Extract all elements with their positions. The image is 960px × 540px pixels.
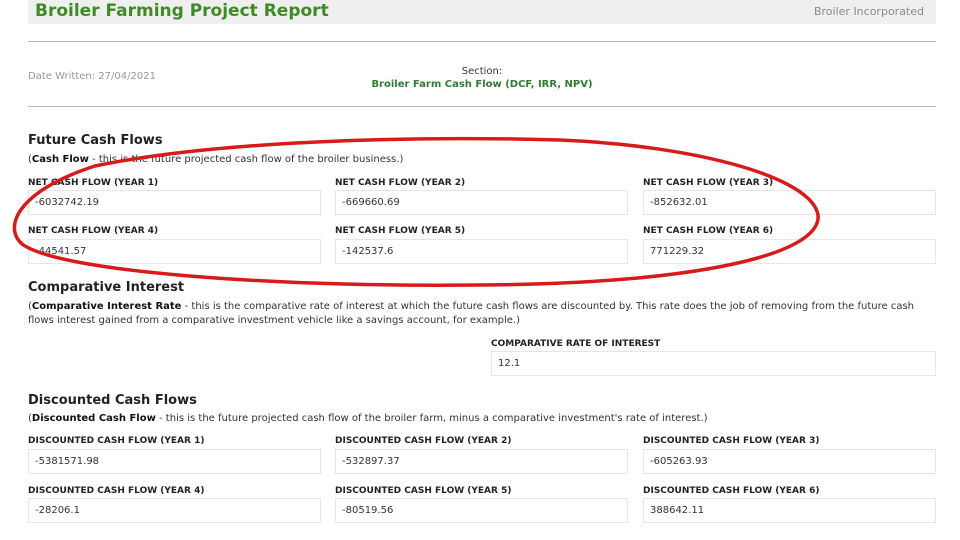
future-cash-flows-heading: Future Cash Flows xyxy=(28,133,163,148)
desc-text: - this is the future projected cash flow… xyxy=(88,154,404,165)
date-written: Date Written: 27/04/2021 xyxy=(28,71,156,82)
net-cash-flow-year-4-label: NET CASH FLOW (YEAR 4) xyxy=(28,226,159,236)
net-cash-flow-year-2-field[interactable]: -669660.69 xyxy=(335,190,628,215)
net-cash-flow-year-3-field[interactable]: -852632.01 xyxy=(643,190,936,215)
discounted-cash-flow-year-6-field[interactable]: 388642.11 xyxy=(643,498,936,523)
net-cash-flow-year-6-field[interactable]: 771229.32 xyxy=(643,239,936,264)
discounted-cash-flow-year-1-field[interactable]: -5381571.98 xyxy=(28,449,321,474)
net-cash-flow-year-1-label: NET CASH FLOW (YEAR 1) xyxy=(28,178,159,188)
discounted-cash-flow-year-5-label: DISCOUNTED CASH FLOW (YEAR 5) xyxy=(335,486,512,496)
discounted-cash-flows-heading: Discounted Cash Flows xyxy=(28,393,197,408)
net-cash-flow-year-5-field[interactable]: -142537.6 xyxy=(335,239,628,264)
comparative-interest-description: (Comparative Interest Rate - this is the… xyxy=(28,301,915,326)
desc-term: Discounted Cash Flow xyxy=(31,413,156,424)
title-bar: Broiler Farming Project Report Broiler I… xyxy=(28,0,936,24)
section-divider xyxy=(28,106,936,107)
net-cash-flow-year-3-label: NET CASH FLOW (YEAR 3) xyxy=(643,178,774,188)
discounted-cash-flows-description: (Discounted Cash Flow - this is the futu… xyxy=(28,413,708,424)
desc-term: Cash Flow xyxy=(31,154,89,165)
desc-text: - this is the future projected cash flow… xyxy=(155,413,708,424)
net-cash-flow-year-6-label: NET CASH FLOW (YEAR 6) xyxy=(643,226,774,236)
discounted-cash-flow-year-4-label: DISCOUNTED CASH FLOW (YEAR 4) xyxy=(28,486,205,496)
desc-term: Comparative Interest Rate xyxy=(31,301,182,312)
discounted-cash-flow-year-3-field[interactable]: -605263.93 xyxy=(643,449,936,474)
future-cash-flows-description: (Cash Flow - this is the future projecte… xyxy=(28,154,404,165)
discounted-cash-flow-year-6-label: DISCOUNTED CASH FLOW (YEAR 6) xyxy=(643,486,820,496)
net-cash-flow-year-1-field[interactable]: -6032742.19 xyxy=(28,190,321,215)
net-cash-flow-year-4-field[interactable]: -44541.57 xyxy=(28,239,321,264)
discounted-cash-flow-year-4-field[interactable]: -28206.1 xyxy=(28,498,321,523)
discounted-cash-flow-year-3-label: DISCOUNTED CASH FLOW (YEAR 3) xyxy=(643,436,820,446)
discounted-cash-flow-year-1-label: DISCOUNTED CASH FLOW (YEAR 1) xyxy=(28,436,205,446)
discounted-cash-flow-year-5-field[interactable]: -80519.56 xyxy=(335,498,628,523)
comparative-rate-label: COMPARATIVE RATE OF INTEREST xyxy=(491,339,661,349)
discounted-cash-flow-year-2-field[interactable]: -532897.37 xyxy=(335,449,628,474)
comparative-interest-heading: Comparative Interest xyxy=(28,280,185,295)
header-divider xyxy=(28,41,936,42)
net-cash-flow-year-5-label: NET CASH FLOW (YEAR 5) xyxy=(335,226,466,236)
company-name: Broiler Incorporated xyxy=(813,5,924,18)
report-title: Broiler Farming Project Report xyxy=(35,1,329,21)
section-name: Broiler Farm Cash Flow (DCF, IRR, NPV) xyxy=(371,79,593,90)
comparative-rate-field[interactable]: 12.1 xyxy=(491,351,936,376)
section-label: Section: xyxy=(461,66,503,77)
net-cash-flow-year-2-label: NET CASH FLOW (YEAR 2) xyxy=(335,178,466,188)
discounted-cash-flow-year-2-label: DISCOUNTED CASH FLOW (YEAR 2) xyxy=(335,436,512,446)
